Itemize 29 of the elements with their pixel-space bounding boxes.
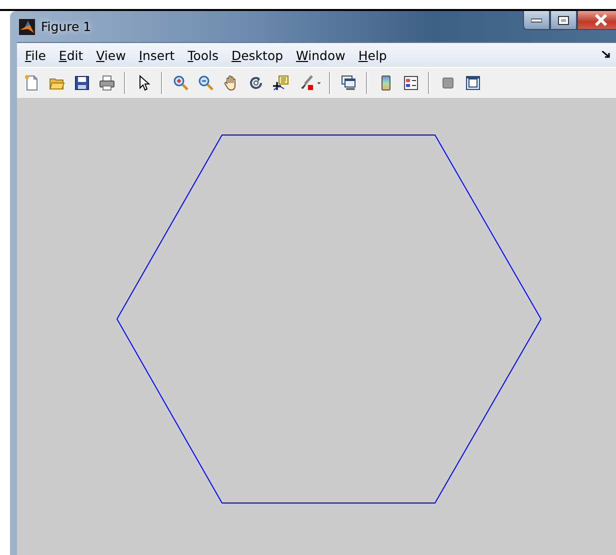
menu-item[interactable]: Insert (132, 48, 182, 62)
app-icon (19, 18, 35, 34)
menu-item[interactable]: Desktop (225, 48, 290, 62)
close-button[interactable] (577, 11, 616, 30)
new-file-icon[interactable] (24, 75, 40, 91)
menu-item[interactable]: Edit (52, 48, 90, 62)
minimize-button[interactable] (523, 11, 550, 30)
window-frame-icon[interactable] (464, 75, 480, 91)
menu-item[interactable]: Tools (182, 48, 226, 62)
menu-item[interactable]: View (90, 48, 133, 62)
dock-arrow-icon[interactable] (602, 51, 610, 58)
rotate-icon[interactable] (248, 75, 264, 91)
linked-windows-icon[interactable] (340, 75, 356, 91)
menu-item[interactable]: File (19, 48, 53, 62)
zoom-in-icon[interactable] (172, 75, 188, 91)
print-icon[interactable] (98, 75, 114, 91)
hand-icon[interactable] (222, 75, 238, 91)
window-title: Figure 1 (41, 19, 92, 34)
menu-item[interactable]: Window (290, 48, 352, 62)
menu-item[interactable]: Help (352, 48, 394, 62)
maximize-icon (558, 16, 569, 24)
rounded-square-icon[interactable] (440, 75, 456, 91)
close-icon (594, 14, 608, 26)
zoom-out-icon[interactable] (198, 75, 214, 91)
save-icon[interactable] (74, 75, 90, 91)
maximize-button[interactable] (550, 11, 577, 30)
legend-icon[interactable] (402, 75, 418, 91)
minimize-icon (531, 17, 542, 23)
data-cursor-icon[interactable] (272, 75, 288, 91)
